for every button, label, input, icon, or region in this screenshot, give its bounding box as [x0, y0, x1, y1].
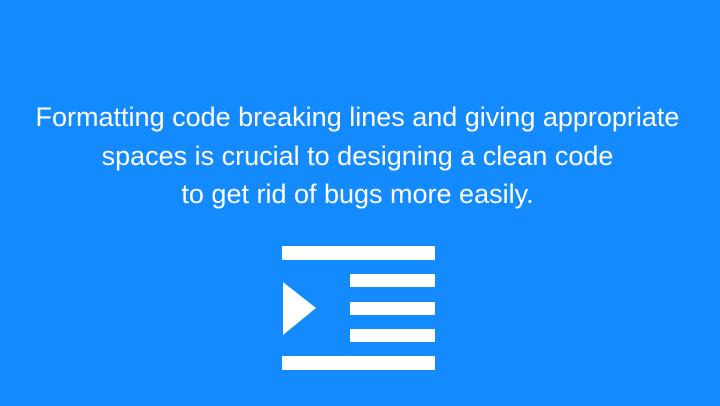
- indent-icon-bottom-line: [282, 356, 435, 370]
- indent-icon-arrow: [283, 282, 316, 335]
- message-line-2: spaces is crucial to designing a clean c…: [101, 140, 614, 171]
- message-line-1: Formatting code breaking lines and givin…: [35, 102, 680, 132]
- indent-icon-top-line: [282, 246, 435, 260]
- indent-increase-icon: [282, 246, 435, 370]
- indent-icon-line-2: [350, 302, 435, 315]
- message-line-3: to get rid of bugs more easily.: [181, 179, 534, 209]
- slide-canvas: Formatting code breaking lines and givin…: [0, 0, 720, 406]
- indent-icon-line-1: [350, 274, 435, 287]
- message-text: Formatting code breaking lines and givin…: [0, 98, 715, 214]
- indent-icon-line-3: [350, 329, 435, 342]
